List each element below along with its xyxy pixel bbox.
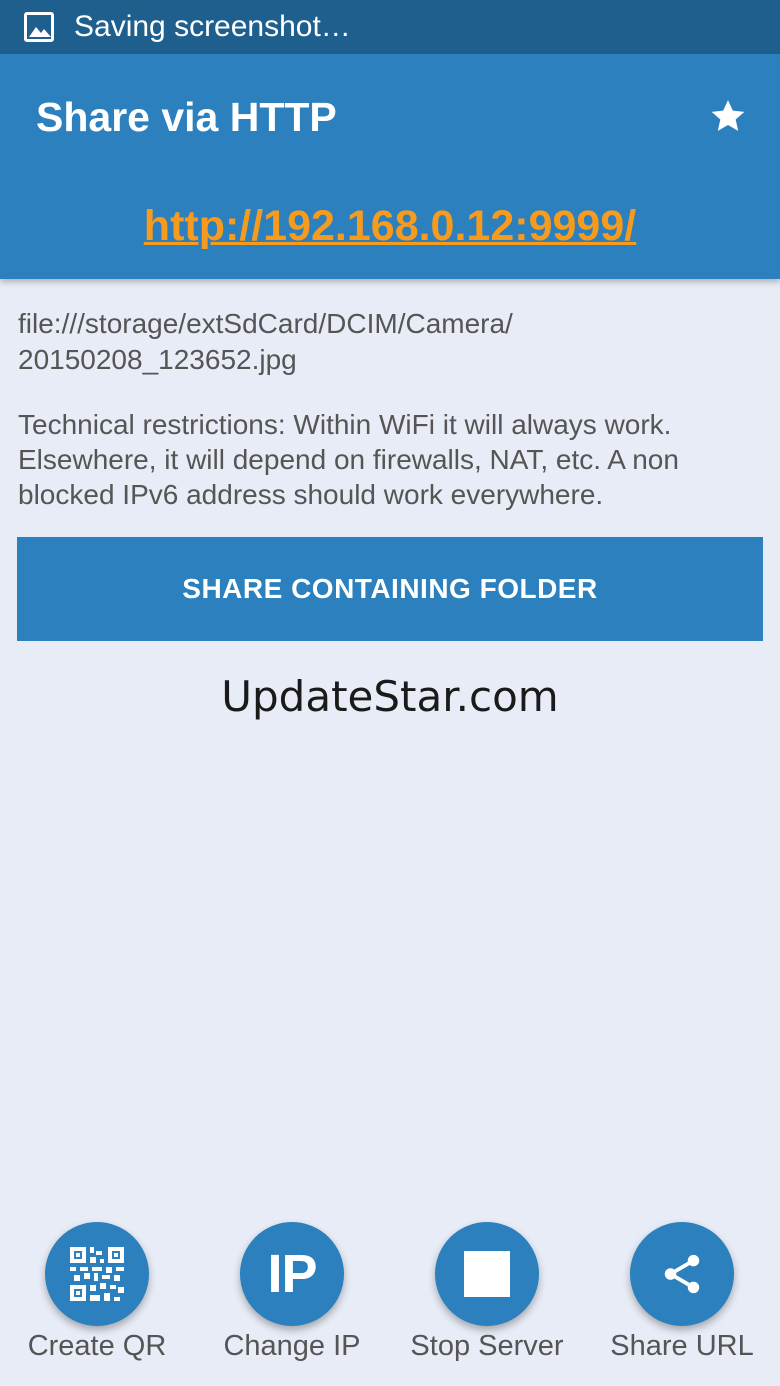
status-bar: Saving screenshot… (0, 0, 780, 54)
create-qr-button[interactable] (45, 1222, 149, 1326)
share-url-label: Share URL (610, 1330, 754, 1362)
change-ip-button[interactable]: IP (240, 1222, 344, 1326)
stop-icon (464, 1251, 510, 1297)
stop-server-label: Stop Server (410, 1330, 564, 1362)
image-icon (24, 12, 54, 42)
change-ip-label: Change IP (223, 1330, 361, 1362)
share-url-button[interactable] (630, 1222, 734, 1326)
file-path: file:///storage/extSdCard/DCIM/Camera/ 2… (18, 308, 513, 375)
watermark: UpdateStar.com (221, 672, 559, 721)
stop-server-button[interactable] (435, 1222, 539, 1326)
app-title: Share via HTTP (36, 94, 337, 140)
status-text: Saving screenshot… (74, 10, 351, 43)
qr-code-icon (70, 1247, 124, 1301)
ip-icon: IP (267, 1244, 317, 1304)
star-icon[interactable] (708, 96, 748, 136)
share-containing-folder-button[interactable]: SHARE CONTAINING FOLDER (17, 537, 763, 641)
create-qr-label: Create QR (27, 1330, 167, 1362)
share-icon (664, 1254, 700, 1294)
server-url-link[interactable]: http://192.168.0.12:9999/ (0, 202, 780, 251)
restrictions-text: Technical restrictions: Within WiFi it w… (18, 409, 679, 510)
app-bar: Share via HTTP http://192.168.0.12:9999/ (0, 54, 780, 279)
